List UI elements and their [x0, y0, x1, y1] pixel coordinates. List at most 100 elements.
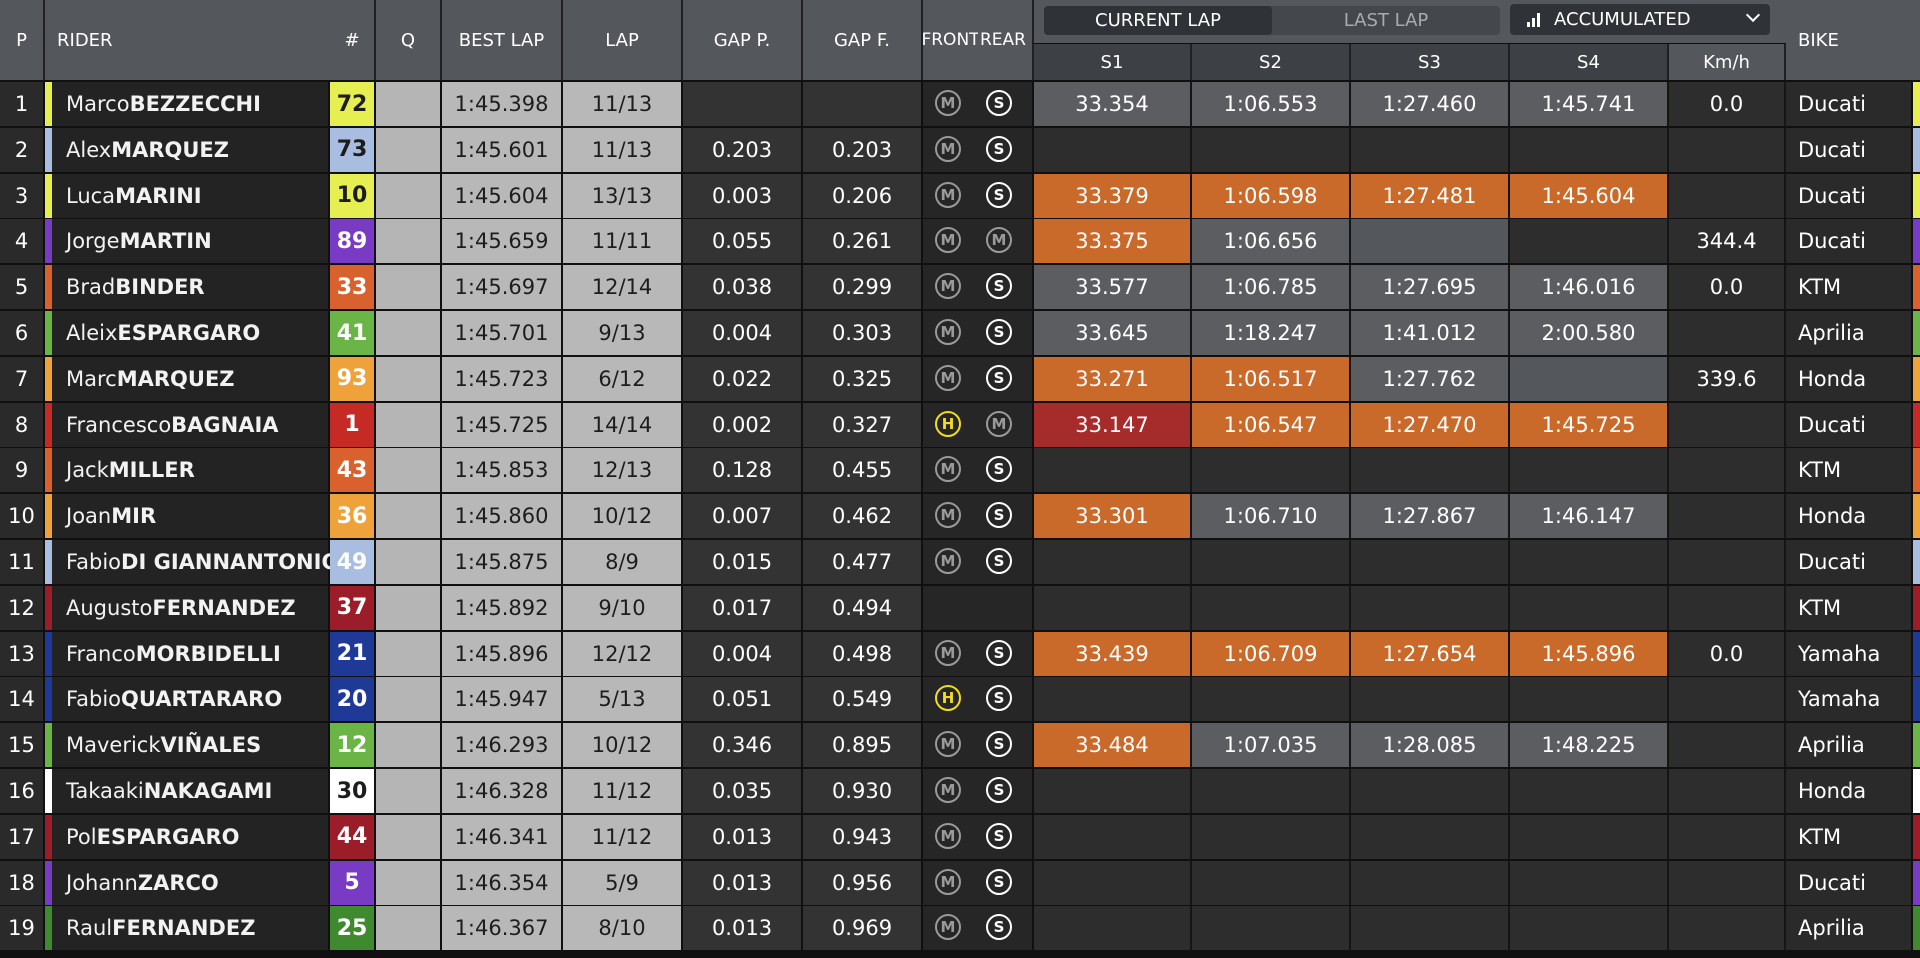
sector-4-cell: 1:45.725	[1510, 402, 1669, 447]
best-lap-cell: 1:45.604	[442, 173, 563, 218]
table-row[interactable]: 19 Raul FERNANDEZ 25 1:46.367 8/10 0.013 0.969…	[0, 906, 1920, 951]
lap-count-cell: 11/12	[563, 769, 683, 813]
accumulated-label: ACCUMULATED	[1554, 9, 1691, 30]
table-row[interactable]: 4 Jorge MARTIN 89 1:45.659 11/11 0.055 0.261 M M…	[0, 219, 1920, 264]
table-row[interactable]: 18 Johann ZARCO 5 1:46.354 5/9 0.013 0.956 M S Du…	[0, 860, 1920, 905]
tyre-cell: MS	[923, 173, 1034, 218]
table-row[interactable]: 16 Takaaki NAKAGAMI 30 1:46.328 11/12 0.035 0.…	[0, 769, 1920, 813]
table-row[interactable]: 15 Maverick VIÑALES 12 1:46.293 10/12 0.346 0.…	[0, 723, 1920, 768]
gap-first-cell: 0.203	[803, 127, 923, 172]
gap-first-cell: 0.206	[803, 173, 923, 218]
table-row[interactable]: 8 Francesco BAGNAIA 1 1:45.725 14/14 0.002 0.3…	[0, 402, 1920, 447]
bar-chart-icon	[1526, 12, 1542, 28]
table-row[interactable]: 2 Alex MARQUEZ 73 1:45.601 11/13 0.203 0.203 M S…	[0, 127, 1920, 172]
gap-previous-cell: 0.055	[683, 219, 803, 264]
speed-cell	[1669, 448, 1786, 493]
gap-first-cell: 0.299	[803, 265, 923, 310]
position-cell: 3	[0, 173, 45, 218]
gap-previous-cell: 0.013	[683, 906, 803, 951]
lap-count-cell: 12/12	[563, 631, 683, 676]
gap-first-cell: 0.549	[803, 677, 923, 722]
qualifying-cell	[376, 814, 442, 859]
rider-number-badge: 10	[330, 173, 376, 218]
table-row[interactable]: 11 Fabio DI GIANNANTONIO 49 1:45.875 8/9 0.01…	[0, 540, 1920, 584]
header-s1: S1	[1034, 44, 1192, 80]
gap-first-cell: 0.956	[803, 860, 923, 905]
rider-name[interactable]: Joan MIR	[52, 494, 330, 539]
rider-name[interactable]: Brad BINDER	[52, 265, 330, 310]
sector-1-cell	[1034, 906, 1192, 951]
table-row[interactable]: 6 Aleix ESPARGARO 41 1:45.701 9/13 0.004 0.303…	[0, 311, 1920, 355]
sector-4-cell: 1:45.741	[1510, 82, 1669, 126]
table-row[interactable]: 7 Marc MARQUEZ 93 1:45.723 6/12 0.022 0.325 M S 3…	[0, 356, 1920, 401]
gap-first-cell: 0.462	[803, 494, 923, 539]
sector-4-cell	[1510, 356, 1669, 401]
tyre-cell: MS	[923, 631, 1034, 676]
rider-name[interactable]: Augusto FERNANDEZ	[52, 585, 330, 630]
gap-previous-cell: 0.035	[683, 769, 803, 813]
table-row[interactable]: 9 Jack MILLER 43 1:45.853 12/13 0.128 0.455 M S K…	[0, 448, 1920, 493]
qualifying-cell	[376, 494, 442, 539]
tyre-cell: MS	[923, 127, 1034, 172]
sector-4-cell	[1510, 448, 1669, 493]
accumulated-dropdown[interactable]: ACCUMULATED	[1510, 4, 1770, 35]
gap-previous-cell	[683, 82, 803, 126]
tab-current-lap[interactable]: CURRENT LAP	[1044, 6, 1272, 35]
table-row[interactable]: 14 Fabio QUARTARARO 20 1:45.947 5/13 0.051 0.5…	[0, 677, 1920, 722]
gap-previous-cell: 0.013	[683, 860, 803, 905]
rider-last-name: ZARCO	[137, 870, 219, 895]
rider-name[interactable]: Aleix ESPARGARO	[52, 311, 330, 355]
table-row[interactable]: 17 Pol ESPARGARO 44 1:46.341 11/12 0.013 0.943…	[0, 814, 1920, 859]
table-row[interactable]: 10 Joan MIR 36 1:45.860 10/12 0.007 0.462 M S 33.…	[0, 494, 1920, 539]
team-color-stripe	[45, 127, 52, 172]
rear-tyre-icon: S	[986, 456, 1012, 483]
table-row[interactable]: 13 Franco MORBIDELLI 21 1:45.896 12/12 0.004 0…	[0, 631, 1920, 676]
rider-last-name: NAKAGAMI	[143, 779, 273, 803]
rider-last-name: MORBIDELLI	[135, 641, 281, 666]
rider-name[interactable]: Francesco BAGNAIA	[52, 402, 330, 447]
table-row[interactable]: 1 Marco BEZZECCHI 72 1:45.398 11/13 M S 33.354 1…	[0, 82, 1920, 126]
front-tyre-icon: M	[935, 90, 961, 116]
tyre-cell: MS	[923, 769, 1034, 813]
lap-count-cell: 11/12	[563, 814, 683, 859]
tyre-cell	[923, 585, 1034, 630]
table-row[interactable]: 5 Brad BINDER 33 1:45.697 12/14 0.038 0.299 M S 3…	[0, 265, 1920, 310]
position-cell: 17	[0, 814, 45, 859]
table-row[interactable]: 12 Augusto FERNANDEZ 37 1:45.892 9/10 0.017 0.…	[0, 585, 1920, 630]
rider-name[interactable]: Takaaki NAKAGAMI	[52, 769, 330, 813]
sector-1-cell: 33.147	[1034, 402, 1192, 447]
rider-name[interactable]: Fabio DI GIANNANTONIO	[52, 540, 339, 584]
rear-tyre-icon: S	[986, 822, 1012, 849]
rider-name[interactable]: Maverick VIÑALES	[52, 723, 330, 768]
rider-name[interactable]: Franco MORBIDELLI	[52, 631, 330, 676]
gap-first-cell: 0.943	[803, 814, 923, 859]
sector-3-cell: 1:27.460	[1351, 82, 1510, 126]
rider-name[interactable]: Fabio QUARTARARO	[52, 677, 330, 722]
rider-name[interactable]: Jorge MARTIN	[52, 219, 330, 264]
table-row[interactable]: 3 Luca MARINI 10 1:45.604 13/13 0.003 0.206 M S 3…	[0, 173, 1920, 218]
team-color-stripe	[1913, 540, 1920, 584]
lap-count-cell: 12/14	[563, 265, 683, 310]
rider-number-badge: 73	[330, 127, 376, 172]
bike-cell: KTM	[1786, 265, 1913, 310]
rider-name[interactable]: Alex MARQUEZ	[52, 127, 330, 172]
rider-number-badge: 93	[330, 356, 376, 401]
rider-name[interactable]: Johann ZARCO	[52, 860, 330, 905]
tab-last-lap[interactable]: LAST LAP	[1272, 6, 1500, 35]
rider-name[interactable]: Pol ESPARGARO	[52, 814, 330, 859]
rider-name[interactable]: Luca MARINI	[52, 173, 330, 218]
sector-2-cell: 1:07.035	[1192, 723, 1351, 768]
rider-name[interactable]: Marc MARQUEZ	[52, 356, 330, 401]
rider-first-name: Jorge	[66, 229, 120, 254]
front-tyre-icon: M	[935, 548, 961, 574]
rider-name[interactable]: Jack MILLER	[52, 448, 330, 493]
rear-tyre-icon: S	[986, 181, 1012, 208]
position-cell: 1	[0, 82, 45, 126]
best-lap-cell: 1:45.697	[442, 265, 563, 310]
bike-cell: Ducati	[1786, 219, 1913, 264]
lap-count-cell: 13/13	[563, 173, 683, 218]
rider-name[interactable]: Marco BEZZECCHI	[52, 82, 330, 126]
rider-name[interactable]: Raul FERNANDEZ	[52, 906, 330, 951]
sector-1-cell: 33.577	[1034, 265, 1192, 310]
tyre-cell: MS	[923, 448, 1034, 493]
